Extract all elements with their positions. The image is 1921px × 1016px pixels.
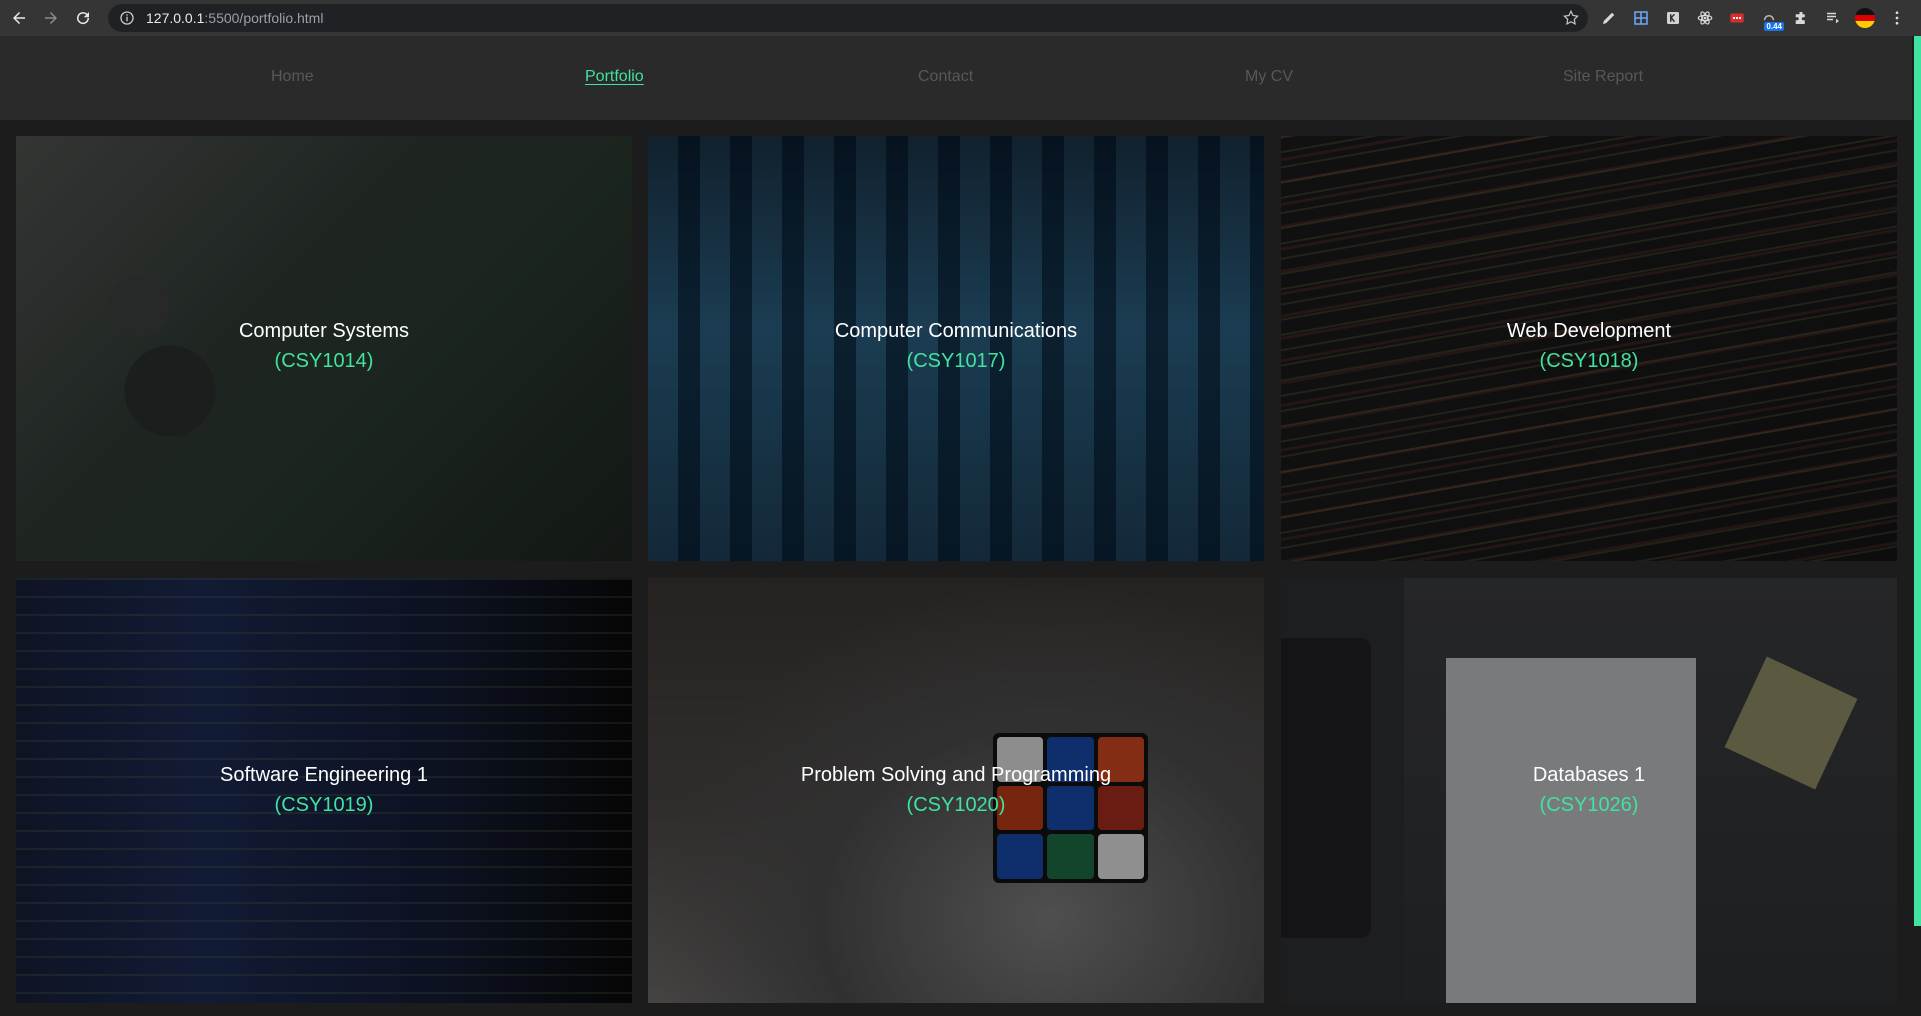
module-code: (CSY1017) (906, 350, 1006, 372)
module-title: Web Development (1506, 320, 1672, 342)
module-card-computer-communications[interactable]: Computer Communications (CSY1017) (648, 136, 1264, 561)
red-dots-extension-icon[interactable] (1724, 5, 1750, 31)
module-card-computer-systems[interactable]: Computer Systems (CSY1014) (16, 136, 632, 561)
module-card-web-development[interactable]: Web Development (CSY1018) (1281, 136, 1897, 561)
card-caption: Problem Solving and Programming (CSY1020… (648, 760, 1264, 820)
browser-menu-icon[interactable] (1884, 5, 1910, 31)
nav-portfolio[interactable]: Portfolio (585, 68, 644, 86)
card-caption: Computer Systems (CSY1014) (16, 316, 632, 376)
extensions-area: 0.44 (1596, 0, 1910, 36)
media-queue-icon[interactable] (1820, 5, 1846, 31)
module-title: Databases 1 (1532, 764, 1646, 786)
extension-badge: 0.44 (1764, 22, 1784, 31)
module-code: (CSY1018) (1539, 350, 1639, 372)
site-nav: Home Portfolio Contact My CV Site Report (0, 36, 1912, 120)
bookmark-star-icon[interactable] (1562, 9, 1580, 27)
pen-extension-icon[interactable] (1596, 5, 1622, 31)
nav-my-cv[interactable]: My CV (1245, 68, 1293, 86)
url-host: 127.0.0.1 (146, 10, 205, 26)
counter-extension-icon[interactable]: 0.44 (1756, 5, 1784, 31)
reload-button[interactable] (70, 5, 96, 31)
module-code: (CSY1026) (1539, 794, 1639, 816)
url-text: 127.0.0.1:5500/portfolio.html (146, 10, 323, 26)
site-info-icon[interactable] (118, 9, 136, 27)
k-extension-icon[interactable] (1660, 5, 1686, 31)
module-card-problem-solving[interactable]: Problem Solving and Programming (CSY1020… (648, 578, 1264, 1003)
module-title: Problem Solving and Programming (800, 764, 1112, 786)
card-caption: Software Engineering 1 (CSY1019) (16, 760, 632, 820)
page-scrollbar[interactable] (1914, 36, 1921, 926)
puzzle-extensions-icon[interactable] (1788, 5, 1814, 31)
forward-button[interactable] (38, 5, 64, 31)
back-button[interactable] (6, 5, 32, 31)
nav-contact[interactable]: Contact (918, 68, 973, 86)
react-extension-icon[interactable] (1692, 5, 1718, 31)
module-code: (CSY1020) (906, 794, 1006, 816)
card-caption: Databases 1 (CSY1026) (1281, 760, 1897, 820)
module-title: Computer Communications (834, 320, 1078, 342)
card-caption: Web Development (CSY1018) (1281, 316, 1897, 376)
layout-extension-icon[interactable] (1628, 5, 1654, 31)
back-arrow-icon (13, 12, 25, 24)
forward-arrow-icon (45, 12, 57, 24)
url-path: :5500/portfolio.html (204, 10, 324, 26)
address-bar[interactable]: 127.0.0.1:5500/portfolio.html (108, 4, 1588, 32)
module-title: Software Engineering 1 (220, 764, 428, 786)
reload-icon (77, 12, 90, 25)
card-caption: Computer Communications (CSY1017) (648, 316, 1264, 376)
module-code: (CSY1019) (274, 794, 374, 816)
module-card-software-engineering[interactable]: Software Engineering 1 (CSY1019) (16, 578, 632, 1003)
browser-toolbar: 127.0.0.1:5500/portfolio.html 0.44 (0, 0, 1921, 36)
module-code: (CSY1014) (274, 350, 374, 372)
module-title: Computer Systems (238, 320, 410, 342)
module-card-databases[interactable]: Databases 1 (CSY1026) (1281, 578, 1897, 1003)
profile-avatar-flag-icon[interactable] (1852, 5, 1878, 31)
nav-site-report[interactable]: Site Report (1563, 68, 1643, 86)
nav-home[interactable]: Home (271, 68, 314, 86)
